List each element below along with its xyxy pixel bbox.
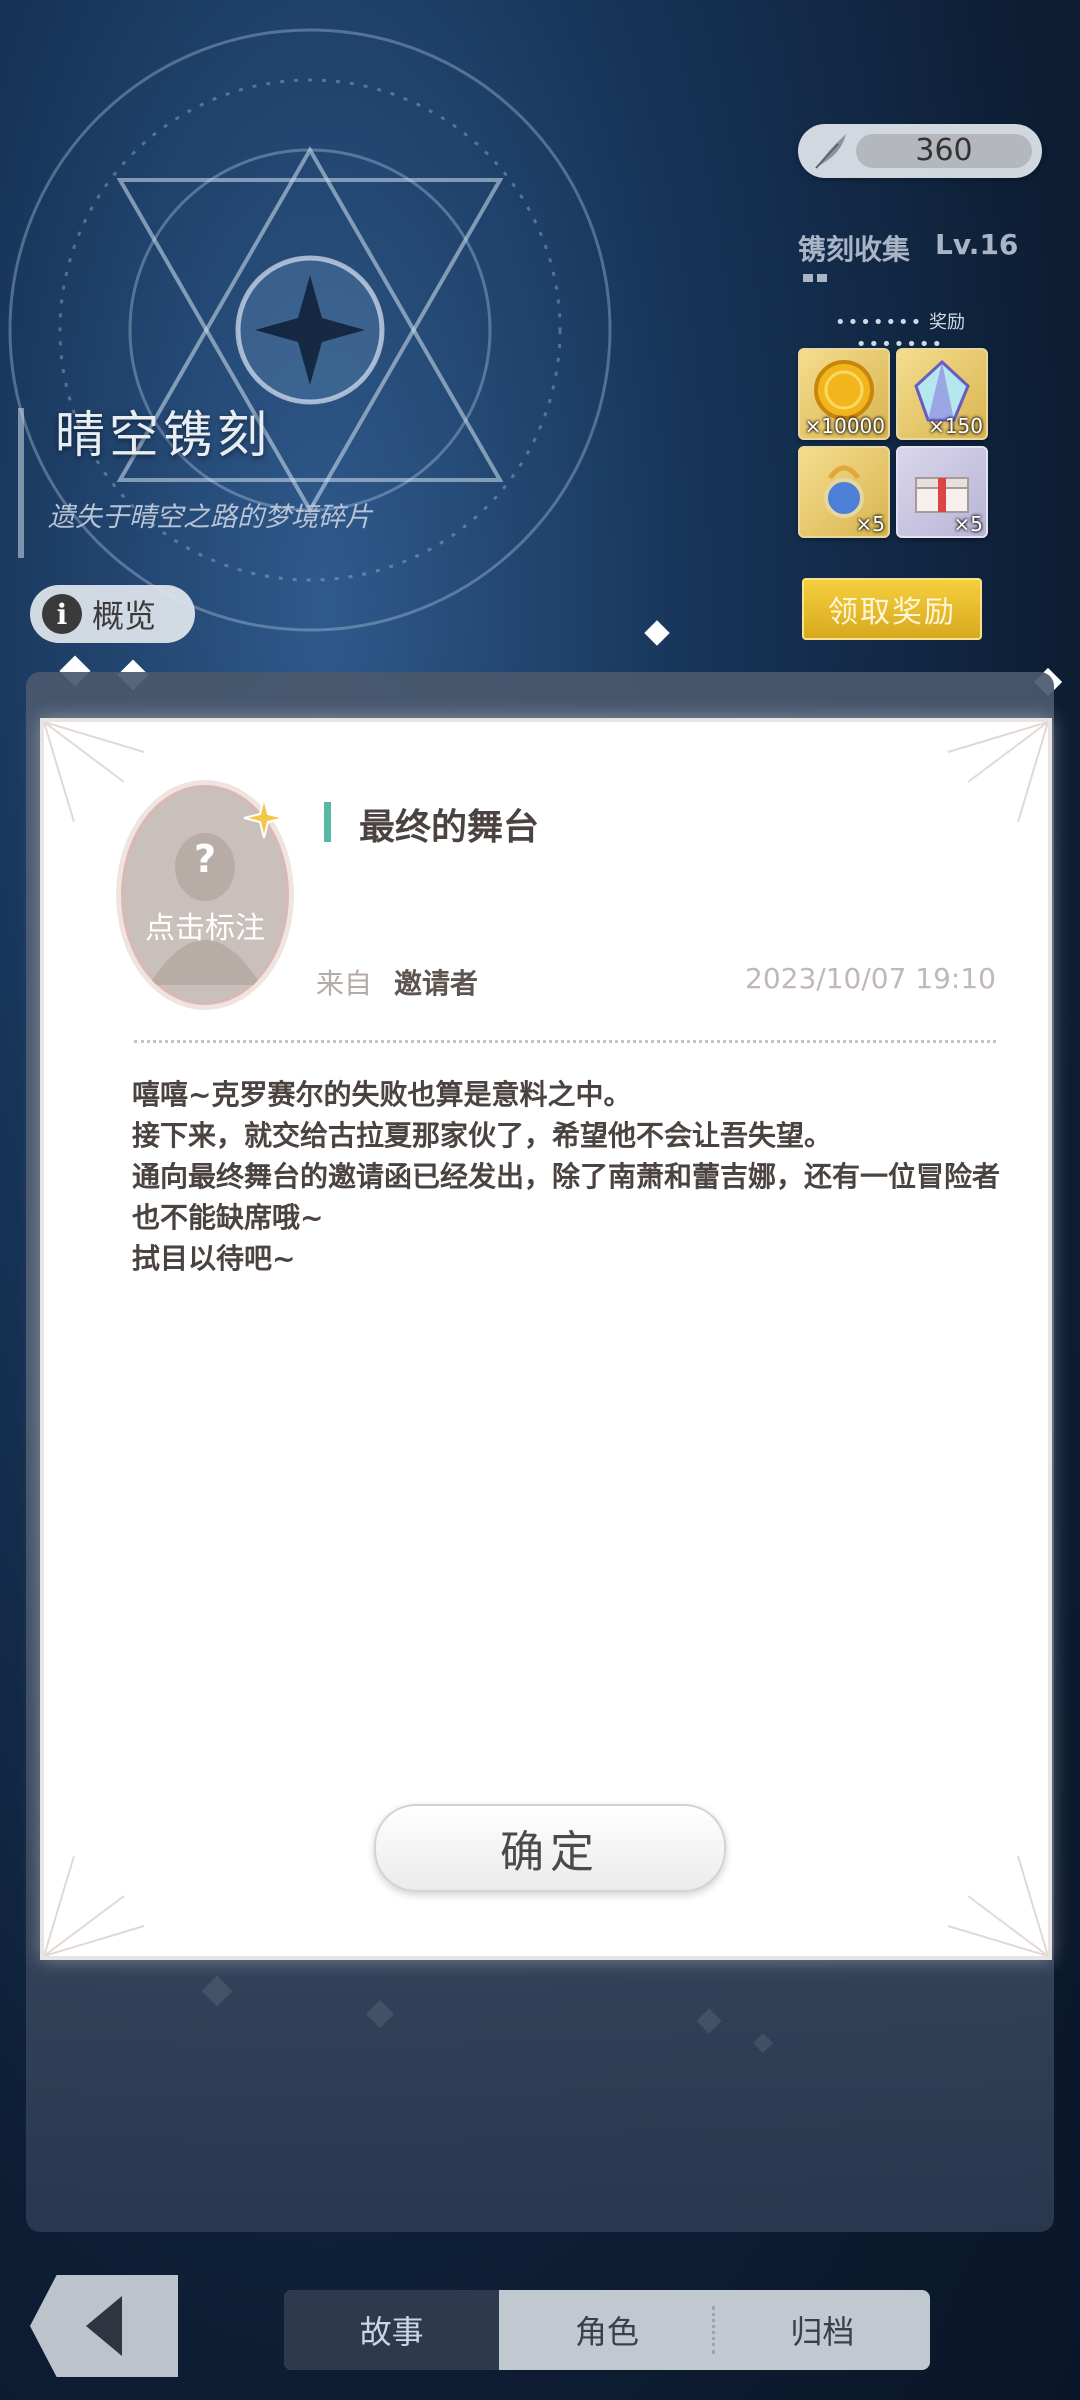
overview-button[interactable]: i 概览 [30, 585, 195, 643]
from-label: 来自 [316, 967, 373, 1000]
currency-value: 360 [915, 133, 973, 168]
body-line: 拭目以待吧~ [132, 1242, 296, 1275]
avatar-label: 点击标注 [145, 911, 265, 946]
feather-icon [815, 134, 846, 169]
tab-label: 归档 [790, 2313, 855, 2351]
tab-label: 故事 [359, 2313, 424, 2351]
body-line: 接下来，就交给古拉夏那家伙了，希望他不会让吾失望。 [132, 1119, 833, 1152]
body-line: 嘻嘻~克罗赛尔的失败也算是意料之中。 [132, 1078, 632, 1111]
mail-title: 最终的舞台 [359, 807, 540, 848]
mail-date: 2023/10/07 19:10 [745, 962, 996, 995]
mail-body: 嘻嘻~克罗赛尔的失败也算是意料之中。 接下来，就交给古拉夏那家伙了，希望他不会让… [132, 1074, 1002, 1279]
collection-title: 镌刻收集 [798, 233, 911, 266]
reward-qty: ×5 [953, 512, 983, 536]
info-icon: i [42, 594, 82, 634]
tab-characters[interactable]: 角色 [499, 2290, 715, 2370]
question-mark-icon: ? [193, 837, 217, 881]
page-subtitle: 遗失于晴空之路的梦境碎片 [48, 502, 372, 533]
page-title: 晴空镌刻 [55, 406, 271, 464]
level-progress-dots [803, 274, 827, 282]
corner-ornament-icon [44, 1855, 145, 1956]
overview-label: 概览 [92, 597, 157, 635]
reward-label: 奖励 [929, 312, 966, 333]
sender-name: 邀请者 [394, 967, 479, 1000]
reward-item[interactable]: ×150 [896, 348, 988, 440]
reward-qty: ×5 [855, 512, 885, 536]
header-accent-bar [18, 408, 24, 558]
sparkle-icon [243, 797, 285, 839]
corner-ornament-icon [947, 722, 1048, 823]
reward-qty: ×10000 [804, 414, 885, 438]
claim-reward-button[interactable]: 领取奖励 [802, 578, 982, 640]
tab-archive[interactable]: 归档 [715, 2290, 930, 2370]
body-line: 通向最终舞台的邀请函已经发出，除了南萧和蕾吉娜，还有一位冒险者也不能缺席哦~ [132, 1160, 1001, 1234]
tab-story[interactable]: 故事 [284, 2290, 500, 2370]
corner-ornament-icon [947, 1855, 1048, 1956]
divider [134, 1040, 996, 1043]
tab-label: 角色 [574, 2313, 639, 2351]
collection-level: Lv.16 [935, 228, 1019, 261]
reward-item[interactable]: ×5 [896, 446, 988, 538]
mail-card: ? 点击标注 最终的舞台 来自 邀请者 2023/10/07 19:10 嘻嘻~… [40, 718, 1052, 1960]
reward-item[interactable]: ×5 [798, 446, 890, 538]
currency-display: 360 [798, 124, 1042, 178]
bottom-tabs: 故事 角色 归档 [284, 2290, 930, 2370]
reward-item[interactable]: ×10000 [798, 348, 890, 440]
title-accent-bar [324, 802, 331, 842]
reward-qty: ×150 [928, 414, 983, 438]
back-arrow-icon [86, 2296, 122, 2356]
confirm-button[interactable]: 确定 [374, 1804, 726, 1892]
